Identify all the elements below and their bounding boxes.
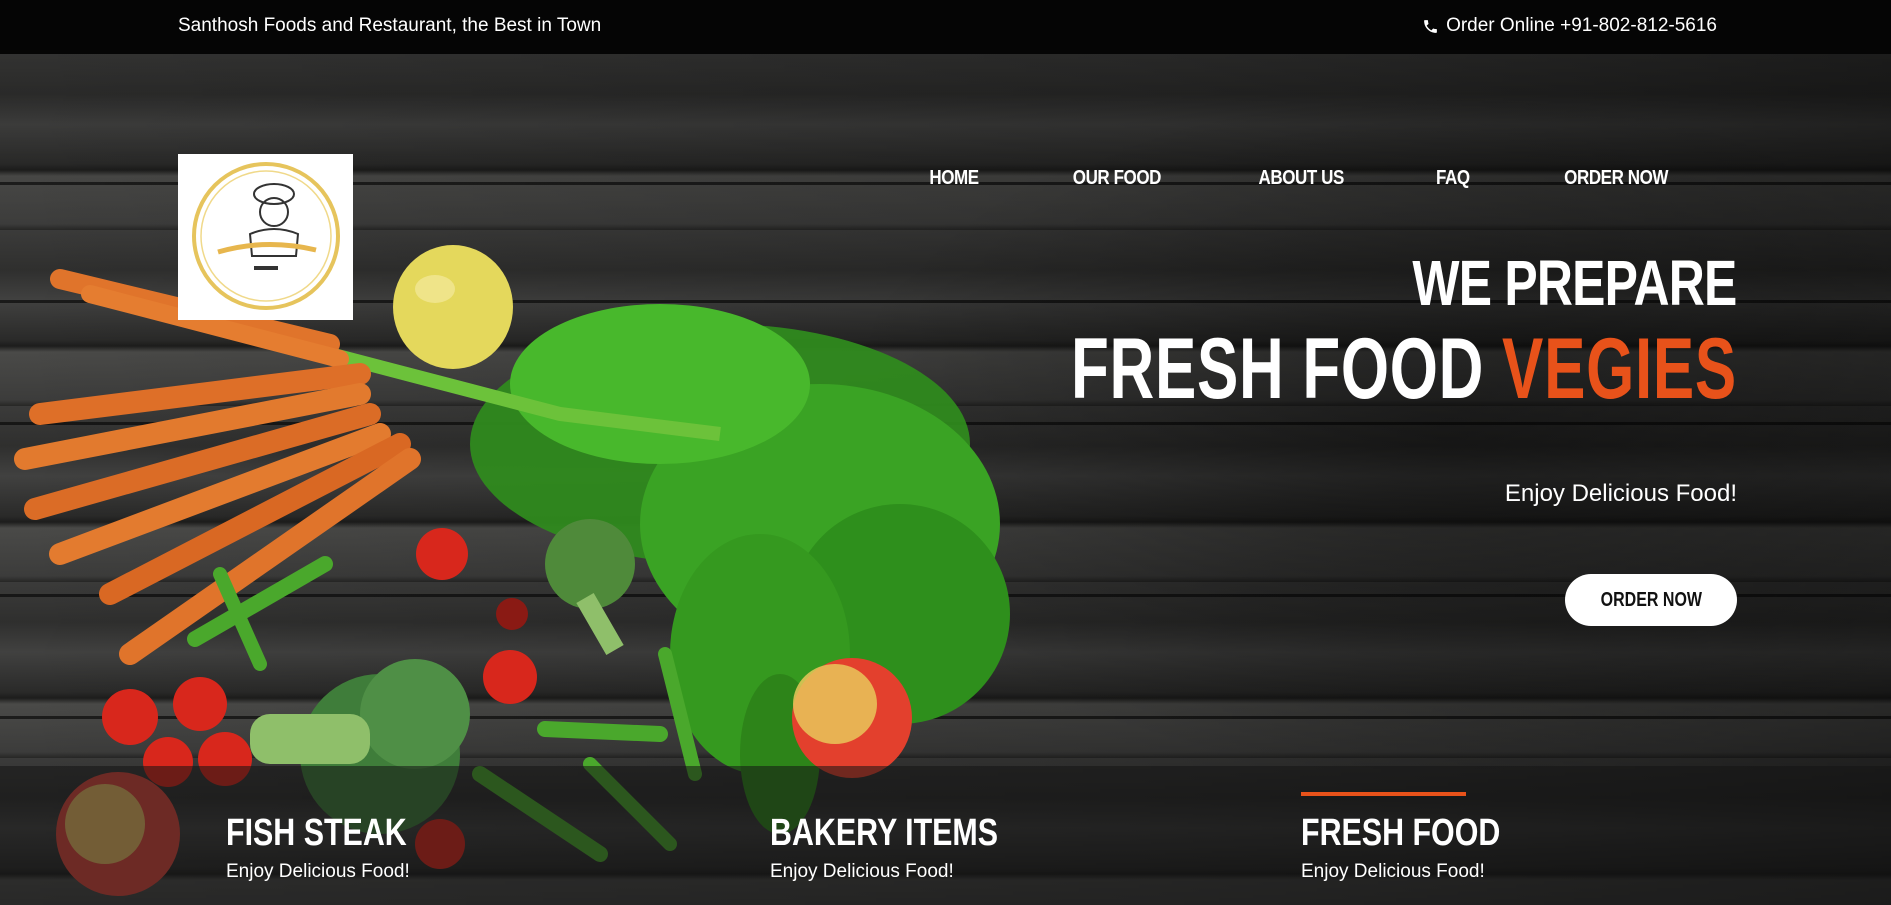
headline-accent: VEGIES bbox=[1502, 321, 1737, 417]
nav-faq[interactable]: FAQ bbox=[1436, 167, 1470, 190]
hero-subtitle: Enjoy Delicious Food! bbox=[1504, 480, 1737, 507]
headline-line1: WE PREPARE bbox=[1412, 247, 1738, 319]
feature-bakery-items[interactable]: BAKERY ITEMS Enjoy Delicious Food! bbox=[770, 812, 1055, 883]
feature-desc: Enjoy Delicious Food! bbox=[226, 861, 410, 882]
feature-desc: Enjoy Delicious Food! bbox=[770, 861, 954, 882]
order-phone-text[interactable]: Order Online +91-802-812-5616 bbox=[1446, 15, 1717, 37]
order-online-phone[interactable]: Order Online +91-802-812-5616 bbox=[1422, 15, 1717, 37]
order-now-button[interactable]: ORDER NOW bbox=[1565, 574, 1737, 626]
nav-our-food[interactable]: OUR FOOD bbox=[1073, 167, 1162, 190]
carrots bbox=[14, 269, 421, 665]
feature-title: FISH STEAK bbox=[226, 812, 407, 854]
headline-main: FRESH FOOD bbox=[1071, 321, 1485, 417]
main-nav: HOME OUR FOOD ABOUT US FAQ ORDER NOW bbox=[925, 167, 1677, 190]
nav-order-now[interactable]: ORDER NOW bbox=[1564, 167, 1668, 190]
feature-title: FRESH FOOD bbox=[1301, 812, 1501, 854]
chef-logo-icon bbox=[192, 162, 340, 310]
phone-icon bbox=[1424, 19, 1437, 33]
order-now-label[interactable]: ORDER NOW bbox=[1600, 589, 1701, 612]
feature-fresh-food[interactable]: FRESH FOOD Enjoy Delicious Food! bbox=[1301, 792, 1550, 883]
tagline: Santhosh Foods and Restaurant, the Best … bbox=[178, 15, 602, 36]
restaurant-logo[interactable] bbox=[178, 154, 353, 320]
feature-desc: Enjoy Delicious Food! bbox=[1301, 861, 1485, 882]
lemon bbox=[393, 245, 513, 369]
active-indicator-bar bbox=[1301, 792, 1466, 796]
nav-home[interactable]: HOME bbox=[929, 167, 979, 190]
top-bar: Santhosh Foods and Restaurant, the Best … bbox=[0, 0, 1891, 54]
nav-about-us[interactable]: ABOUT US bbox=[1258, 167, 1344, 190]
feature-fish-steak[interactable]: FISH STEAK Enjoy Delicious Food! bbox=[226, 812, 452, 883]
feature-title: BAKERY ITEMS bbox=[770, 812, 999, 854]
headline-line2: FRESH FOOD VEGIES bbox=[1071, 320, 1737, 419]
